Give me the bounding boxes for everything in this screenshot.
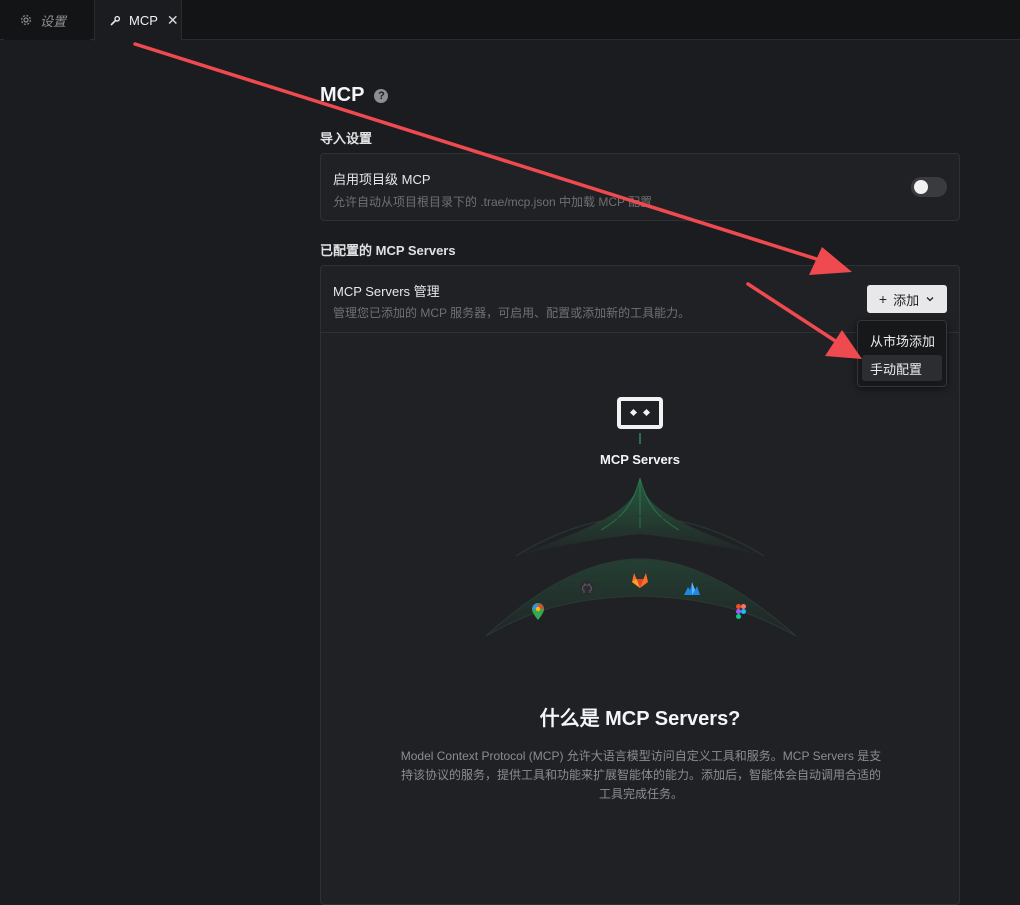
menu-item-manual-config[interactable]: 手动配置 <box>862 355 942 381</box>
add-dropdown-menu: 从市场添加 手动配置 <box>857 320 947 387</box>
help-icon[interactable]: ? <box>374 88 389 103</box>
menu-item-add-from-market[interactable]: 从市场添加 <box>862 327 942 353</box>
platform-arc <box>485 558 797 637</box>
gear-icon <box>20 14 32 26</box>
what-is-desc: Model Context Protocol (MCP) 允许大语言模型访问自定… <box>400 749 882 801</box>
import-settings-heading: 导入设置 <box>320 131 373 146</box>
close-icon[interactable]: ✕ <box>167 12 179 29</box>
tab-settings-label: 设置 <box>40 13 67 29</box>
wrench-icon <box>109 15 121 27</box>
tab-settings[interactable]: 设置 <box>4 0 90 40</box>
toggle-knob <box>914 180 928 194</box>
page-title: MCP ? <box>320 84 389 107</box>
project-mcp-toggle[interactable] <box>911 177 947 197</box>
server-icon <box>617 397 663 444</box>
azure-icon <box>684 582 700 595</box>
what-is-title: 什么是 MCP Servers? <box>539 708 741 730</box>
project-mcp-card: 启用项目级 MCP 允许自动从项目根目录下的 .trae/mcp.json 中加… <box>320 153 960 221</box>
project-mcp-desc: 允许自动从项目根目录下的 .trae/mcp.json 中加载 MCP 配置 <box>333 195 653 209</box>
gitlab-icon <box>632 573 648 588</box>
page-title-text: MCP <box>320 84 365 106</box>
tab-mcp-label: MCP <box>129 13 158 28</box>
github-icon <box>579 580 595 596</box>
configured-servers-heading: 已配置的 MCP Servers <box>320 243 456 258</box>
google-maps-icon <box>532 603 544 620</box>
illustration-label: MCP Servers <box>600 452 680 467</box>
tab-bar: 设置 MCP ✕ <box>0 0 1020 41</box>
project-mcp-title: 启用项目级 MCP <box>333 172 431 187</box>
tab-mcp[interactable]: MCP ✕ <box>94 0 182 41</box>
figma-icon <box>736 604 746 619</box>
